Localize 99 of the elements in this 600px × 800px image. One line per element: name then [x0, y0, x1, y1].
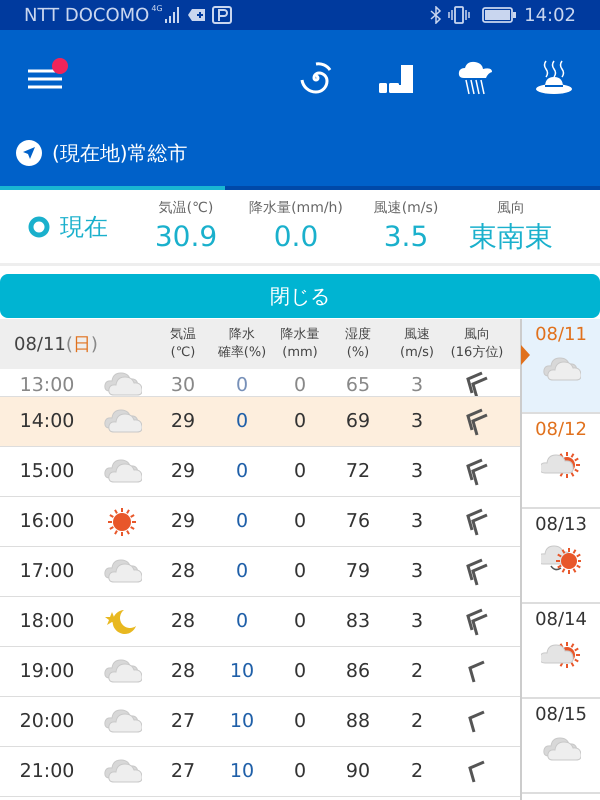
column-header: 風速 (m/s) [399, 326, 435, 362]
temperature-cell-text: 28 [170, 659, 196, 684]
temperature-cell-text: 29 [170, 509, 196, 534]
wind-speed-cell-text: 3 [410, 559, 424, 584]
weekday-bracket: ) [90, 332, 98, 356]
current-field-label: 気温(℃) [158, 199, 214, 218]
clock: 14:02 [524, 4, 576, 28]
precip-amount-cell-text: 0 [292, 559, 308, 584]
day-date: 08/12 [535, 418, 587, 442]
network-type: 4G [151, 3, 163, 15]
selection-pointer-icon [521, 345, 530, 365]
signal-icon [164, 7, 182, 23]
rain-cloud-icon [458, 60, 494, 96]
precip-amount-cell-text: 0 [292, 372, 308, 396]
vibrate-icon [448, 6, 470, 24]
column-header: 降水 確率(%) [216, 326, 268, 362]
precip-amount-cell-text: 0 [292, 409, 308, 434]
temperature-cell-text: 29 [170, 459, 196, 484]
precip-chance-cell-text: 0 [234, 372, 250, 396]
humidity-cell-text: 76 [344, 509, 372, 534]
temperature-cell-text: 28 [170, 559, 196, 584]
column-header: 降水量 (mm) [280, 326, 320, 362]
temperature-cell-text: 27 [170, 759, 196, 784]
humidity-cell-text: 83 [344, 609, 372, 634]
precip-amount-cell-text: 0 [292, 659, 308, 684]
time-cell-text: 21:00 [18, 759, 76, 784]
radio-ring-icon [28, 216, 50, 238]
temperature-cell-text: 30 [170, 372, 196, 396]
precip-chance-cell-text: 0 [234, 459, 250, 484]
hour-row[interactable]: 14:00 29 0 0 69 3 [0, 397, 520, 447]
hat-icon [535, 59, 573, 97]
wind-speed-cell-text: 3 [410, 409, 424, 434]
column-header: 風向 (16方位) [450, 326, 504, 362]
day-date: 08/14 [535, 608, 587, 632]
wind-speed-cell-text: 3 [410, 372, 424, 396]
humidity-cell-text: 69 [344, 409, 372, 434]
time-cell-text: 18:00 [18, 609, 76, 634]
humidity-cell-text: 86 [344, 659, 372, 684]
temperature-cell-text: 29 [170, 409, 196, 434]
header-weekday: 日 [72, 332, 91, 356]
humidity-cell-text: 65 [344, 372, 372, 396]
wind-speed-cell-text: 2 [410, 709, 424, 734]
precip-chance-cell-text: 10 [228, 709, 256, 734]
spiral-icon [298, 60, 334, 96]
time-cell-text: 17:00 [18, 559, 76, 584]
temperature-cell-text: 27 [170, 709, 196, 734]
humidity-cell-text: 79 [344, 559, 372, 584]
day-date: 08/13 [535, 513, 587, 537]
day-date: 08/11 [535, 323, 587, 347]
current-field-value: 3.5 [384, 219, 428, 255]
current-label: 現在 [60, 212, 108, 242]
parking-icon [212, 6, 232, 24]
location-name: (現在地)常総市 [52, 140, 188, 167]
precip-chance-cell-text: 10 [228, 759, 256, 784]
day-weather-icon [541, 639, 581, 671]
time-cell-text: 19:00 [18, 659, 76, 684]
wind-speed-cell-text: 2 [410, 759, 424, 784]
day-date: 08/15 [535, 703, 587, 727]
current-field-label: 風速(m/s) [374, 199, 438, 218]
current-field-value: 0.0 [274, 219, 318, 255]
precip-chance-cell-text: 0 [234, 609, 250, 634]
column-header: 湿度 (%) [344, 326, 372, 362]
precip-chance-cell-text: 10 [228, 659, 256, 684]
navigation-icon [16, 140, 42, 166]
time-cell-text: 14:00 [18, 409, 76, 434]
precip-chance-cell-text: 0 [234, 509, 250, 534]
time-cell-text: 16:00 [18, 509, 76, 534]
current-field-value: 東南東 [469, 219, 553, 255]
humidity-cell-text: 88 [344, 709, 372, 734]
precip-chance-cell-text: 0 [234, 409, 250, 434]
message-icon [188, 8, 206, 22]
temperature-cell-text: 28 [170, 609, 196, 634]
precip-amount-cell-text: 0 [292, 759, 308, 784]
carrier-name: NTT DOCOMO [24, 4, 150, 28]
wind-speed-cell-text: 3 [410, 509, 424, 534]
time-cell-text: 13:00 [18, 372, 76, 396]
precip-amount-cell-text: 0 [292, 459, 308, 484]
day-weather-icon [541, 544, 581, 576]
wind-speed-cell-text: 2 [410, 659, 424, 684]
column-header: 気温 (℃) [169, 326, 197, 362]
time-cell-text: 20:00 [18, 709, 76, 734]
precip-chance-cell-text: 0 [234, 559, 250, 584]
hour-row[interactable]: 13:00 30 0 0 65 3 [0, 369, 520, 397]
current-field-label: 風向 [497, 199, 525, 218]
current-field-value: 30.9 [154, 219, 218, 255]
precip-amount-cell-text: 0 [292, 509, 308, 534]
weekday-bracket: ( [66, 332, 73, 356]
bluetooth-icon [430, 6, 442, 24]
time-cell-text: 15:00 [18, 459, 76, 484]
precip-amount-cell-text: 0 [292, 709, 308, 734]
header-date: 08/11 [14, 332, 66, 356]
wind-speed-cell-text: 3 [410, 609, 424, 634]
current-field-label: 降水量(mm/h) [249, 199, 343, 218]
day-weather-icon [541, 449, 581, 481]
humidity-cell-text: 72 [344, 459, 372, 484]
battery-icon [482, 7, 516, 23]
wind-speed-cell-text: 3 [410, 459, 424, 484]
humidity-cell-text: 90 [344, 759, 372, 784]
precip-amount-cell-text: 0 [292, 609, 308, 634]
